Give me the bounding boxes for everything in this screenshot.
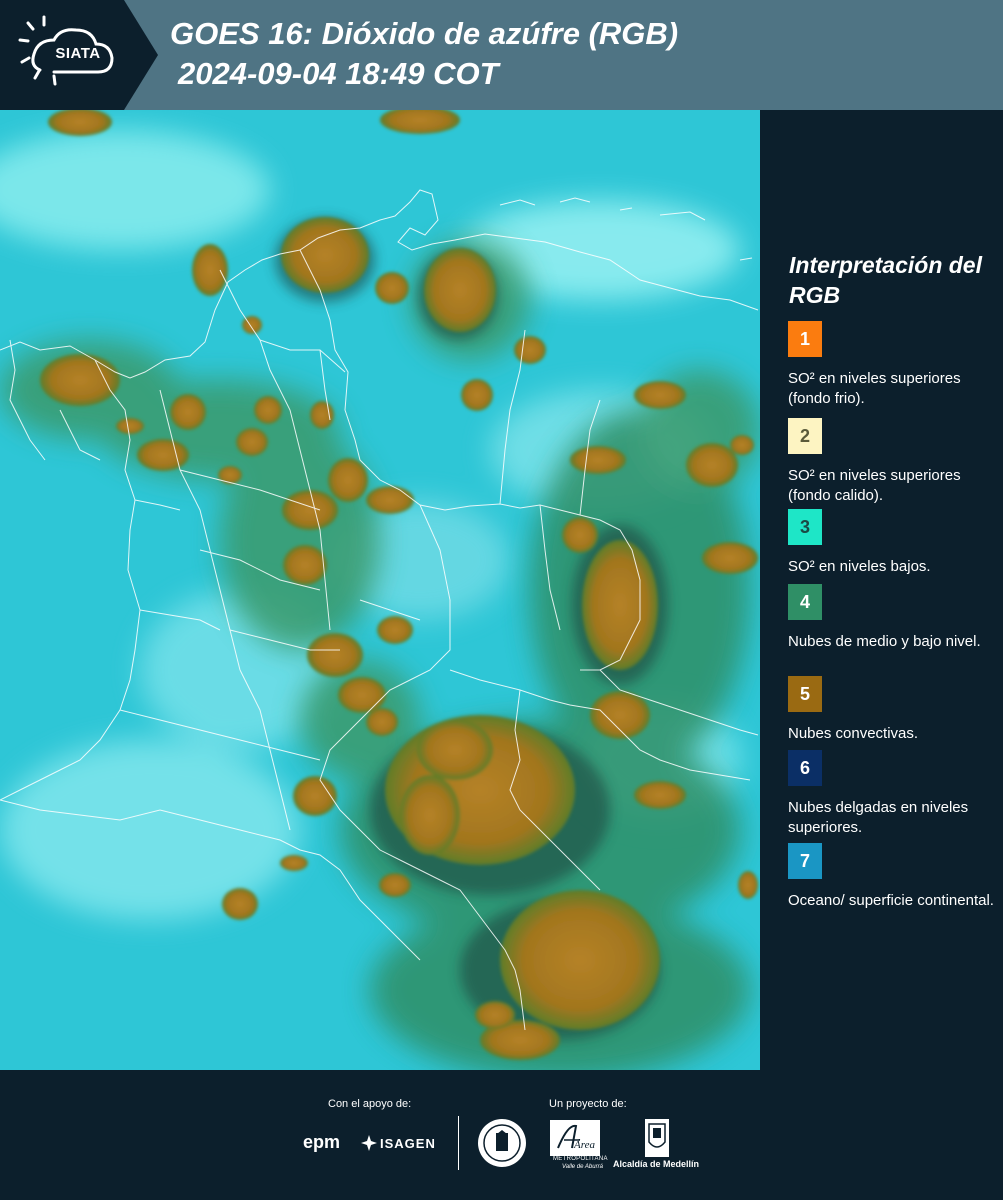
logo-text: SIATA xyxy=(55,45,101,62)
alcaldia-text: Alcaldía de Medellín xyxy=(613,1159,700,1169)
siata-logo: SIATA xyxy=(0,0,158,110)
legend-swatch-5: 5 xyxy=(788,676,822,712)
area-sub1: METROPOLITANA xyxy=(553,1156,608,1162)
legend-swatch-6: 6 xyxy=(788,750,822,786)
legend-title: Interpretación del RGB xyxy=(789,252,982,308)
isagen-star-icon xyxy=(361,1135,377,1151)
isagen-logo: ISAGEN xyxy=(380,1136,436,1151)
legend-swatch-7: 7 xyxy=(788,843,822,879)
legend-item-7: 7 Oceano/ superficie continental. xyxy=(788,843,998,911)
legend-panel: Interpretación del RGB 1 SO² en niveles … xyxy=(760,110,1003,1070)
medellin-seal-icon xyxy=(478,1119,526,1167)
footer: Con el apoyo de: Un proyecto de: epm ISA… xyxy=(0,1070,1003,1200)
legend-item-2: 2 SO² en niveles superiores (fondo calid… xyxy=(788,418,998,506)
legend-swatch-2: 2 xyxy=(788,418,822,454)
legend-swatch-3: 3 xyxy=(788,509,822,545)
legend-text-5: Nubes convectivas. xyxy=(788,725,919,742)
satellite-rgb-map-icon xyxy=(0,106,760,1080)
project-label: Un proyecto de: xyxy=(549,1098,627,1110)
legend-text-6: Nubes delgadas en niveles superiores. xyxy=(788,799,969,836)
legend-text-4: Nubes de medio y bajo nivel. xyxy=(788,633,981,650)
legend-swatch-4: 4 xyxy=(788,584,822,620)
area-logo-text: Área xyxy=(573,1139,595,1151)
satellite-map xyxy=(0,106,760,1080)
legend-text-7: Oceano/ superficie continental. xyxy=(788,892,994,909)
legend-item-3: 3 SO² en niveles bajos. xyxy=(788,509,998,577)
alcaldia-shield-icon xyxy=(645,1119,669,1157)
legend-item-6: 6 Nubes delgadas en niveles superiores. xyxy=(788,750,998,838)
legend-item-4: 4 Nubes de medio y bajo nivel. xyxy=(788,584,998,652)
legend-item-1: 1 SO² en niveles superiores (fondo frio)… xyxy=(788,321,998,409)
footer-divider xyxy=(458,1116,459,1170)
legend-text-1: SO² en niveles superiores (fondo frio). xyxy=(788,370,961,407)
support-label: Con el apoyo de: xyxy=(328,1098,412,1110)
area-sub2: Valle de Aburrá xyxy=(562,1164,603,1170)
legend-item-5: 5 Nubes convectivas. xyxy=(788,676,998,744)
legend-text-2: SO² en niveles superiores (fondo calido)… xyxy=(788,467,961,504)
legend-text-3: SO² en niveles bajos. xyxy=(788,558,931,575)
legend-swatch-1: 1 xyxy=(788,321,822,357)
header: SIATA GOES 16: Dióxido de azúfre (RGB) 2… xyxy=(0,0,1003,110)
page-title: GOES 16: Dióxido de azúfre (RGB) xyxy=(170,16,679,51)
area-metropolitana-logo-icon: Área xyxy=(550,1120,600,1156)
epm-logo: epm xyxy=(303,1132,341,1152)
page-datetime: 2024-09-04 18:49 COT xyxy=(178,56,499,91)
